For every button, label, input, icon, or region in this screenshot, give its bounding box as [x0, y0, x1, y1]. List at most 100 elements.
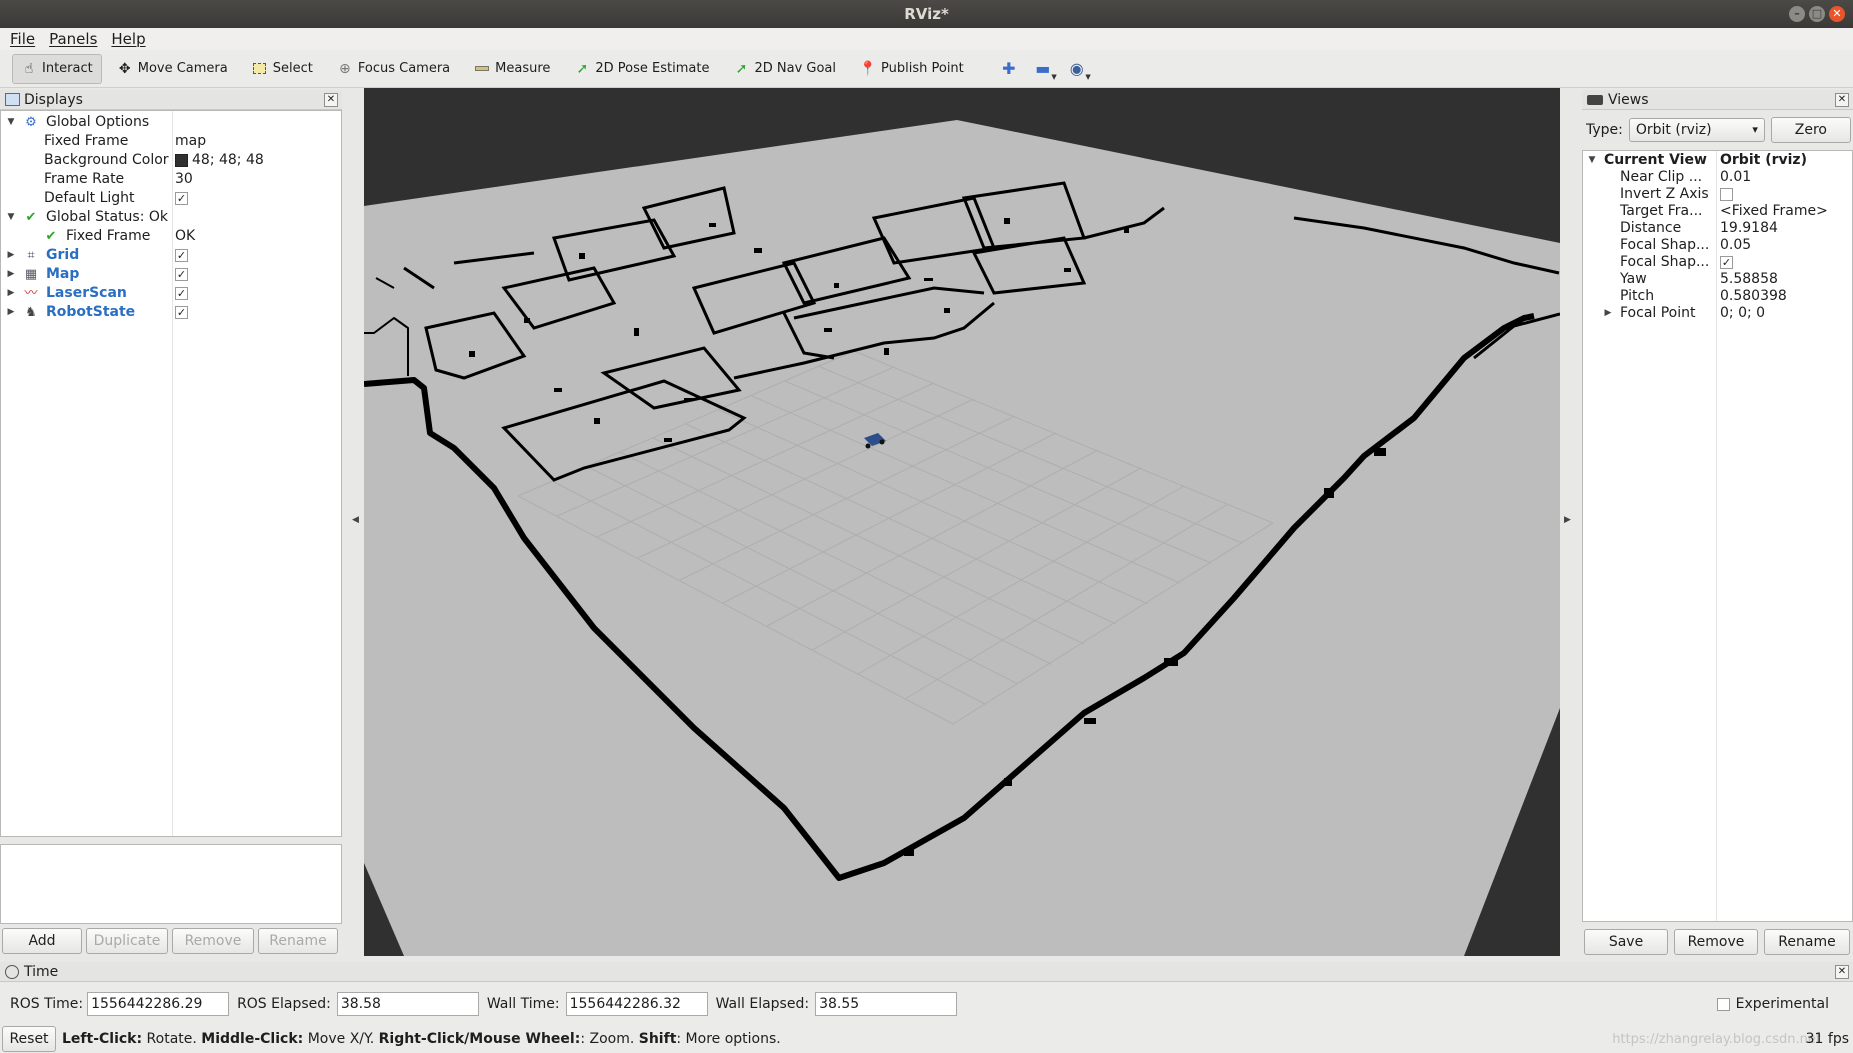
view-prop-row[interactable]: Near Clip ... 0.01 — [1583, 169, 1852, 186]
view-prop-row[interactable]: ▶ Focal Point 0; 0; 0 — [1583, 305, 1852, 322]
default-light-checkbox[interactable]: ✓ — [175, 191, 188, 205]
minus-icon: ▬ — [1035, 59, 1051, 78]
pose-estimate-tool[interactable]: ➚ 2D Pose Estimate — [565, 54, 718, 84]
close-button[interactable]: ✕ — [1829, 6, 1845, 22]
save-view-button[interactable]: Save — [1584, 929, 1668, 955]
grid-checkbox[interactable]: ✓ — [175, 248, 188, 262]
remove-button[interactable]: Remove — [172, 928, 254, 954]
move-camera-tool[interactable]: ✥ Move Camera — [108, 54, 237, 84]
view-prop-label: Pitch — [1620, 288, 1655, 304]
ros-time-label: ROS Time: — [10, 996, 84, 1012]
view-prop-row[interactable]: Focal Shap... 0.05 — [1583, 237, 1852, 254]
ros-elapsed-field[interactable]: 38.58 — [336, 992, 479, 1016]
frame-rate-row[interactable]: Frame Rate 30 — [1, 170, 341, 189]
fixed-frame-row[interactable]: Fixed Frame map — [1, 132, 341, 151]
view-prop-row[interactable]: Yaw 5.58858 — [1583, 271, 1852, 288]
eye-icon: ◉ — [1069, 59, 1084, 78]
view-prop-row[interactable]: Focal Shap... ✓ — [1583, 254, 1852, 271]
view-type-select[interactable]: Orbit (rviz) — [1628, 118, 1765, 142]
default-light-row[interactable]: Default Light ✓ — [1, 189, 341, 208]
close-panel-icon[interactable]: ✕ — [324, 93, 338, 107]
expand-right-icon[interactable]: ▶ — [1602, 305, 1614, 322]
clock-icon — [5, 965, 19, 979]
reset-button[interactable]: Reset — [2, 1026, 56, 1052]
global-options-row[interactable]: ▼ ⚙ Global Options — [1, 113, 341, 132]
select-tool[interactable]: Select — [243, 54, 322, 84]
expand-down-icon[interactable]: ▼ — [5, 208, 17, 227]
background-color-value[interactable]: 48; 48; 48 — [175, 151, 264, 170]
add-tool-button[interactable]: ✚ — [995, 57, 1023, 81]
status-fixed-frame-value: OK — [175, 228, 196, 244]
close-panel-icon[interactable]: ✕ — [1835, 965, 1849, 979]
expand-right-icon[interactable]: ▶ — [5, 303, 17, 322]
view-prop-row[interactable]: Target Fra... <Fixed Frame> — [1583, 203, 1852, 220]
menu-file[interactable]: File — [10, 30, 35, 48]
invert-z-checkbox[interactable] — [1720, 187, 1733, 201]
view-prop-value[interactable]: 0; 0; 0 — [1720, 305, 1765, 322]
status-fixed-frame-row[interactable]: ✔ Fixed Frame OK — [1, 227, 341, 246]
display-item-robotstate[interactable]: ▶ ♞ RobotState ✓ — [1, 303, 341, 322]
time-title: Time — [24, 963, 59, 980]
render-view[interactable] — [364, 88, 1560, 956]
time-panel: Time ✕ ROS Time: 1556442286.29 ROS Elaps… — [0, 962, 1853, 1053]
focal-shape-checkbox[interactable]: ✓ — [1720, 255, 1733, 269]
expand-down-icon[interactable]: ▼ — [1586, 152, 1598, 169]
panels-eye-button[interactable]: ◉ ▼ — [1063, 57, 1091, 81]
view-prop-row[interactable]: Pitch 0.580398 — [1583, 288, 1852, 305]
map-checkbox[interactable]: ✓ — [175, 267, 188, 281]
help-shift-text: : More options. — [676, 1031, 781, 1047]
dropdown-arrow-icon: ▼ — [1085, 72, 1091, 81]
duplicate-button[interactable]: Duplicate — [86, 928, 168, 954]
robotstate-checkbox[interactable]: ✓ — [175, 305, 188, 319]
remove-view-button[interactable]: Remove — [1674, 929, 1758, 955]
close-panel-icon[interactable]: ✕ — [1835, 93, 1849, 107]
title-bar: RViz* – □ ✕ — [0, 0, 1853, 28]
add-button[interactable]: Add — [2, 928, 82, 954]
select-icon — [252, 61, 268, 77]
view-prop-value[interactable]: 5.58858 — [1720, 271, 1778, 288]
menu-panels[interactable]: Panels — [49, 30, 97, 48]
display-item-grid[interactable]: ▶ ⌗ Grid ✓ — [1, 246, 341, 265]
menu-help[interactable]: Help — [111, 30, 145, 48]
views-title: Views — [1608, 91, 1649, 108]
rename-button[interactable]: Rename — [258, 928, 338, 954]
view-prop-value[interactable]: <Fixed Frame> — [1720, 203, 1828, 220]
color-swatch[interactable] — [175, 153, 188, 167]
view-prop-value[interactable]: 0.580398 — [1720, 288, 1787, 305]
expand-down-icon[interactable]: ▼ — [5, 113, 17, 132]
frame-rate-value[interactable]: 30 — [175, 170, 193, 189]
collapse-left-icon[interactable]: ◀ — [352, 515, 359, 525]
view-prop-row[interactable]: Invert Z Axis — [1583, 186, 1852, 203]
fixed-frame-value[interactable]: map — [175, 132, 206, 151]
minimize-button[interactable]: – — [1789, 6, 1805, 22]
measure-tool[interactable]: Measure — [465, 54, 559, 84]
experimental-checkbox[interactable] — [1716, 997, 1730, 1011]
rename-view-button[interactable]: Rename — [1764, 929, 1850, 955]
focus-camera-tool[interactable]: ⊕ Focus Camera — [328, 54, 459, 84]
display-item-map[interactable]: ▶ ▦ Map ✓ — [1, 265, 341, 284]
zero-button[interactable]: Zero — [1770, 117, 1851, 143]
publish-point-tool[interactable]: 📍 Publish Point — [851, 54, 973, 84]
nav-goal-label: 2D Nav Goal — [754, 61, 837, 76]
expand-right-icon[interactable]: ▶ — [5, 284, 17, 303]
view-prop-value[interactable]: 0.05 — [1720, 237, 1751, 254]
remove-tool-button[interactable]: ▬ ▼ — [1029, 57, 1057, 81]
view-prop-value[interactable]: 19.9184 — [1720, 220, 1778, 237]
view-prop-row[interactable]: Distance 19.9184 — [1583, 220, 1852, 237]
interact-tool[interactable]: ☝ Interact — [12, 53, 102, 84]
background-color-row[interactable]: Background Color 48; 48; 48 — [1, 151, 341, 170]
view-prop-value[interactable]: 0.01 — [1720, 169, 1751, 186]
views-header: Views ✕ — [1582, 90, 1853, 110]
wall-time-field[interactable]: 1556442286.32 — [565, 992, 708, 1016]
wall-elapsed-field[interactable]: 38.55 — [815, 992, 958, 1016]
nav-goal-tool[interactable]: ➚ 2D Nav Goal — [724, 54, 845, 84]
global-status-row[interactable]: ▼ ✔ Global Status: Ok — [1, 208, 341, 227]
ros-time-field[interactable]: 1556442286.29 — [87, 992, 230, 1016]
expand-right-icon[interactable]: ▶ — [5, 246, 17, 265]
current-view-row[interactable]: ▼ Current View Orbit (rviz) — [1583, 152, 1852, 169]
laserscan-checkbox[interactable]: ✓ — [175, 286, 188, 300]
collapse-right-icon[interactable]: ▶ — [1564, 515, 1571, 525]
display-item-laserscan[interactable]: ▶ 〰 LaserScan ✓ — [1, 284, 341, 303]
maximize-button[interactable]: □ — [1809, 6, 1825, 22]
expand-right-icon[interactable]: ▶ — [5, 265, 17, 284]
